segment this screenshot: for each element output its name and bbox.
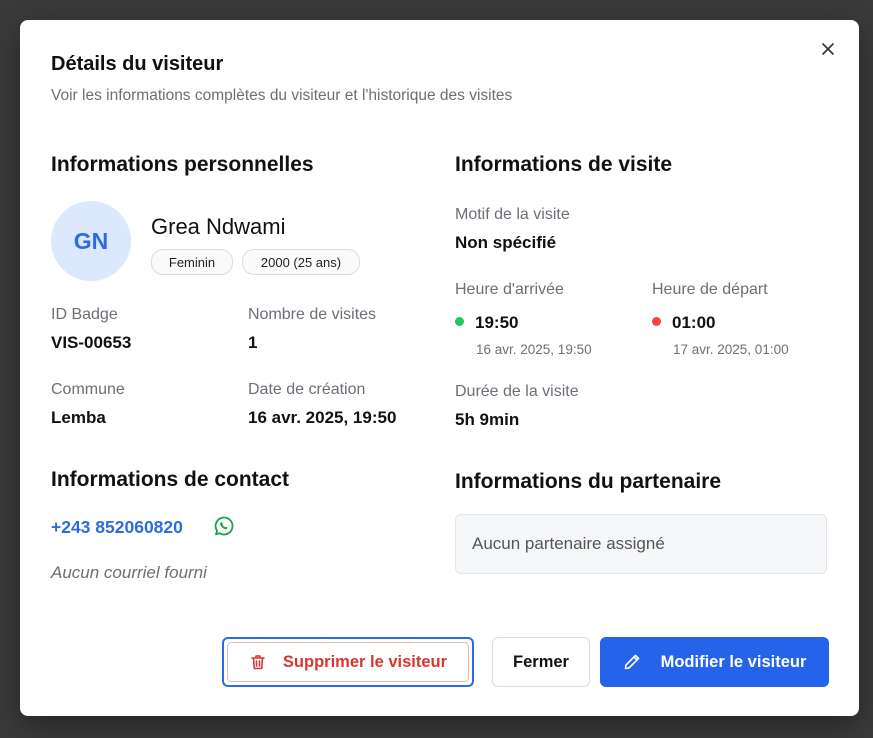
dialog-subtitle: Voir les informations complètes du visit… bbox=[51, 87, 513, 104]
edit-button-label: Modifier le visiteur bbox=[660, 652, 807, 671]
delete-visitor-button[interactable]: Supprimer le visiteur bbox=[222, 637, 474, 687]
commune-value: Lemba bbox=[51, 408, 106, 427]
edit-visitor-button[interactable]: Modifier le visiteur bbox=[600, 637, 829, 687]
created-label: Date de création bbox=[248, 381, 366, 398]
departure-status-dot bbox=[652, 317, 661, 326]
commune-label: Commune bbox=[51, 381, 125, 398]
created-value: 16 avr. 2025, 19:50 bbox=[248, 408, 397, 427]
personal-section-title: Informations personnelles bbox=[51, 153, 314, 176]
badge-value: VIS-00653 bbox=[51, 333, 132, 352]
duration-label: Durée de la visite bbox=[455, 383, 579, 400]
trash-icon bbox=[249, 653, 283, 671]
whatsapp-icon[interactable] bbox=[213, 515, 235, 537]
birth-badge: 2000 (25 ans) bbox=[242, 249, 360, 275]
dialog-title: Détails du visiteur bbox=[51, 53, 224, 75]
arrival-status-dot bbox=[455, 317, 464, 326]
pencil-icon bbox=[623, 653, 661, 671]
visitor-details-dialog: Détails du visiteur Voir les information… bbox=[20, 20, 859, 716]
visits-label: Nombre de visites bbox=[248, 306, 377, 323]
email-empty-text: Aucun courriel fourni bbox=[51, 563, 207, 582]
duration-value: 5h 9min bbox=[455, 410, 520, 429]
visitor-name: Grea Ndwami bbox=[151, 214, 286, 239]
badge-label: ID Badge bbox=[51, 306, 118, 323]
arrival-full: 16 avr. 2025, 19:50 bbox=[476, 342, 592, 357]
departure-label: Heure de départ bbox=[652, 281, 768, 298]
contact-section-title: Informations de contact bbox=[51, 468, 290, 491]
close-button[interactable]: Fermer bbox=[492, 637, 590, 687]
gender-badge: Feminin bbox=[151, 249, 233, 275]
avatar: GN bbox=[51, 201, 131, 281]
phone-link[interactable]: +243 852060820 bbox=[51, 517, 183, 538]
departure-full: 17 avr. 2025, 01:00 bbox=[673, 342, 789, 357]
reason-label: Motif de la visite bbox=[455, 206, 570, 223]
close-button-label: Fermer bbox=[513, 652, 569, 671]
delete-button-label: Supprimer le visiteur bbox=[282, 652, 448, 671]
arrival-time: 19:50 bbox=[475, 313, 519, 332]
reason-value: Non spécifié bbox=[455, 233, 557, 252]
visit-section-title: Informations de visite bbox=[455, 153, 673, 176]
partner-empty-box: Aucun partenaire assigné bbox=[455, 514, 827, 574]
partner-empty-text: Aucun partenaire assigné bbox=[472, 534, 665, 553]
arrival-label: Heure d'arrivée bbox=[455, 281, 564, 298]
visits-value: 1 bbox=[248, 333, 258, 352]
partner-section-title: Informations du partenaire bbox=[455, 470, 722, 493]
departure-time: 01:00 bbox=[672, 313, 716, 332]
close-icon[interactable] bbox=[817, 38, 839, 60]
